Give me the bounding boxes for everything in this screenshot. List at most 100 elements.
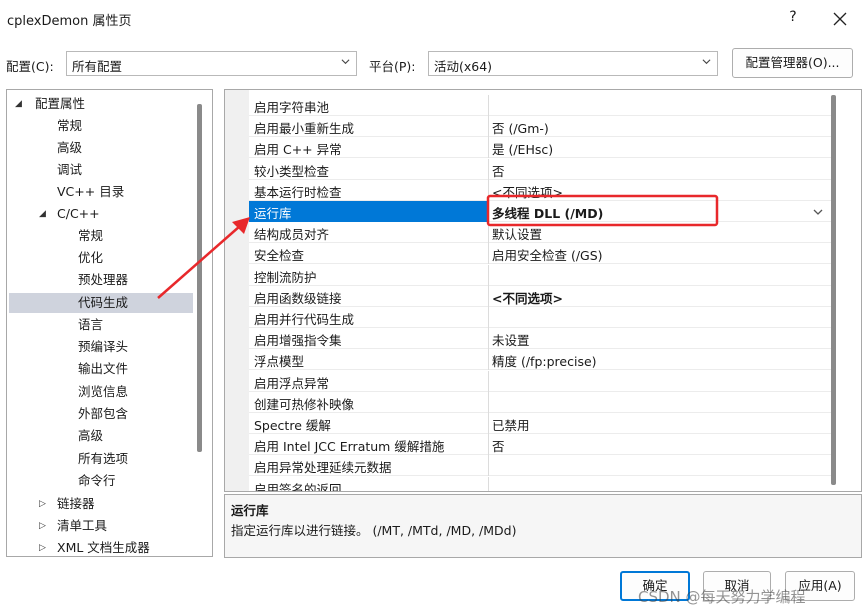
grid-scrollbar[interactable] xyxy=(831,95,836,485)
property-row[interactable]: 基本运行时检查 <不同选项> xyxy=(249,179,835,201)
tree-item[interactable]: 浏览信息 xyxy=(78,382,128,402)
property-value[interactable]: 精度 (/fp:precise) xyxy=(492,351,597,370)
chevron-down-icon[interactable] xyxy=(809,203,827,221)
property-row[interactable]: 启用最小重新生成 否 (/Gm-) xyxy=(249,116,835,138)
property-row[interactable]: 启用字符串池 xyxy=(249,95,835,116)
tree-item[interactable]: 命令行 xyxy=(78,471,116,491)
tree-item-selected[interactable]: 代码生成 xyxy=(9,293,193,313)
tree-group[interactable]: 清单工具 xyxy=(57,516,107,536)
property-value[interactable]: <不同选项> xyxy=(492,288,563,307)
column-divider xyxy=(488,158,489,180)
chevron-down-icon xyxy=(341,59,350,65)
property-name: 启用 Intel JCC Erratum 缓解措施 xyxy=(254,439,445,455)
property-row[interactable]: 启用 C++ 异常 是 (/EHsc) xyxy=(249,137,835,159)
property-name: 安全检查 xyxy=(254,248,305,264)
column-divider xyxy=(488,307,489,328)
tree-group-cpp[interactable]: C/C++ xyxy=(57,204,100,224)
config-select[interactable]: 所有配置 xyxy=(66,51,357,76)
tree-item[interactable]: 优化 xyxy=(78,248,103,268)
property-row[interactable]: 启用异常处理延续元数据 xyxy=(249,455,835,477)
column-divider xyxy=(488,201,489,222)
property-row[interactable]: 启用并行代码生成 xyxy=(249,307,835,328)
column-divider xyxy=(488,391,489,413)
tree-item[interactable]: 预处理器 xyxy=(78,270,128,290)
tree-item[interactable]: 输出文件 xyxy=(78,359,128,379)
property-name: 结构成员对齐 xyxy=(254,227,330,243)
tree-scrollbar[interactable] xyxy=(197,104,202,452)
tree-item[interactable]: 调试 xyxy=(57,160,82,180)
help-button[interactable]: ? xyxy=(783,9,803,29)
property-value[interactable]: 默认设置 xyxy=(492,224,542,243)
close-button[interactable] xyxy=(829,8,851,30)
collapsed-triangle-icon[interactable]: ▷ xyxy=(39,543,49,553)
collapsed-triangle-icon[interactable]: ▷ xyxy=(39,521,49,531)
property-value[interactable]: <不同选项> xyxy=(492,182,563,201)
property-value[interactable]: 启用安全检查 (/GS) xyxy=(492,245,603,264)
config-manager-button[interactable]: 配置管理器(O)... xyxy=(732,48,853,78)
tree-item[interactable]: 所有选项 xyxy=(78,449,128,469)
property-value[interactable]: 已禁用 xyxy=(492,415,530,434)
platform-label: 平台(P): xyxy=(369,59,416,74)
column-divider xyxy=(488,285,489,307)
column-divider xyxy=(488,179,489,201)
expanded-triangle-icon[interactable]: ◢ xyxy=(15,99,25,109)
property-name: 启用浮点异常 xyxy=(254,375,330,391)
property-name: 创建可热修补映像 xyxy=(254,396,355,412)
tree-item[interactable]: 常规 xyxy=(57,116,82,136)
tree-item[interactable]: 常规 xyxy=(78,226,103,246)
property-row[interactable]: 结构成员对齐 默认设置 xyxy=(249,222,835,244)
property-value[interactable]: 否 xyxy=(492,436,505,455)
column-divider xyxy=(488,137,489,159)
config-select-value: 所有配置 xyxy=(72,59,123,74)
description-title: 运行库 xyxy=(231,503,269,518)
grid-gutter xyxy=(225,90,249,491)
property-value[interactable]: 是 (/EHsc) xyxy=(492,139,553,158)
property-name: 启用字符串池 xyxy=(254,100,330,115)
close-icon xyxy=(833,12,847,26)
property-value[interactable]: 否 (/Gm-) xyxy=(492,118,549,137)
tree-item[interactable]: 高级 xyxy=(78,426,103,446)
property-row[interactable]: 启用浮点异常 xyxy=(249,370,835,392)
property-row[interactable]: 浮点模型 精度 (/fp:precise) xyxy=(249,349,835,371)
column-divider xyxy=(488,116,489,138)
column-divider xyxy=(488,264,489,286)
platform-select-value: 活动(x64) xyxy=(434,59,493,74)
property-value[interactable]: 否 xyxy=(492,161,505,180)
expanded-triangle-icon[interactable]: ◢ xyxy=(39,209,49,219)
property-name: 启用异常处理延续元数据 xyxy=(254,460,392,476)
column-divider xyxy=(488,455,489,477)
property-row[interactable]: 启用 Intel JCC Erratum 缓解措施 否 xyxy=(249,434,835,456)
tree-item[interactable]: VC++ 目录 xyxy=(57,182,124,202)
property-row-selected[interactable]: 运行库 多线程 DLL (/MD) xyxy=(249,201,835,222)
property-row[interactable]: 创建可热修补映像 xyxy=(249,391,835,413)
property-value[interactable]: 未设置 xyxy=(492,330,530,349)
property-row[interactable]: Spectre 缓解 已禁用 xyxy=(249,413,835,434)
property-row[interactable]: 较小类型检查 否 xyxy=(249,158,835,180)
platform-select[interactable]: 活动(x64) xyxy=(428,51,718,76)
property-row[interactable]: 启用函数级链接 <不同选项> xyxy=(249,285,835,307)
tree-root[interactable]: 配置属性 xyxy=(35,94,85,114)
column-divider xyxy=(488,95,489,116)
property-name: 启用 C++ 异常 xyxy=(254,142,342,158)
property-value[interactable]: 多线程 DLL (/MD) xyxy=(492,203,603,222)
property-name: 启用最小重新生成 xyxy=(254,121,355,137)
property-row[interactable]: 启用签名的返回 xyxy=(249,476,835,491)
property-name: 启用并行代码生成 xyxy=(254,312,355,327)
chevron-down-icon xyxy=(702,59,711,65)
tree-item[interactable]: 外部包含 xyxy=(78,404,128,424)
column-divider xyxy=(488,413,489,434)
tree-item[interactable]: 高级 xyxy=(57,138,82,158)
property-row[interactable]: 启用增强指令集 未设置 xyxy=(249,328,835,350)
property-row[interactable]: 控制流防护 xyxy=(249,264,835,286)
tree-item[interactable]: 语言 xyxy=(78,315,103,335)
tree-item[interactable]: 预编译头 xyxy=(78,337,128,357)
tree-group[interactable]: XML 文档生成器 xyxy=(57,538,150,558)
property-row[interactable]: 安全检查 启用安全检查 (/GS) xyxy=(249,243,835,265)
collapsed-triangle-icon[interactable]: ▷ xyxy=(39,499,49,509)
property-name: 控制流防护 xyxy=(254,269,317,285)
property-name: Spectre 缓解 xyxy=(254,418,331,433)
tree-group[interactable]: 链接器 xyxy=(57,494,95,514)
window-title: cplexDemon 属性页 xyxy=(7,14,132,29)
column-divider xyxy=(488,349,489,371)
column-divider xyxy=(488,243,489,265)
